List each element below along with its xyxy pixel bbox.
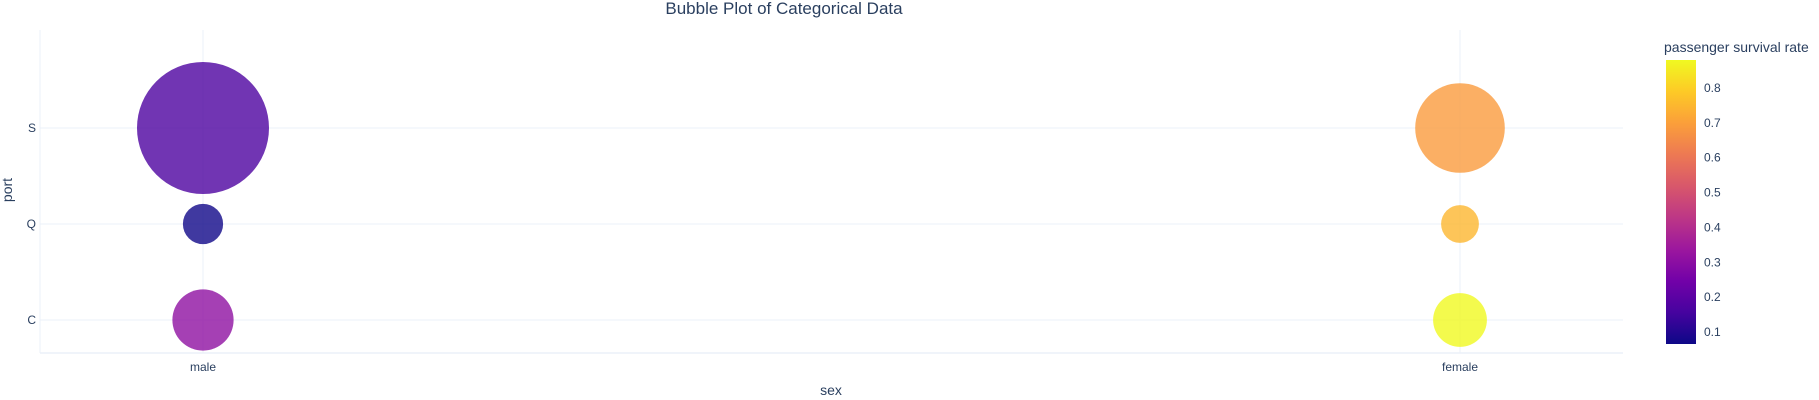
colorbar-tick-label: 0.4	[1704, 221, 1721, 235]
colorbar-tick-label: 0.2	[1704, 290, 1721, 304]
bubble-male-S	[137, 62, 269, 194]
y-tick-label: C	[27, 313, 36, 327]
colorbar-tick-label: 0.1	[1704, 325, 1721, 339]
colorbar-tick-label: 0.8	[1704, 81, 1721, 95]
colorbar-tick-label: 0.7	[1704, 116, 1721, 130]
bubble-chart: Bubble Plot of Categorical Data male fema…	[0, 0, 1809, 398]
bubble-male-C	[172, 289, 234, 351]
x-axis-label: sex	[820, 382, 842, 398]
y-tick-label: S	[28, 121, 36, 135]
colorbar-tick-label: 0.3	[1704, 255, 1721, 269]
bubble-female-C	[1433, 293, 1487, 347]
x-tick-label: male	[190, 360, 216, 374]
bubble-female-Q	[1441, 205, 1479, 243]
chart-title: Bubble Plot of Categorical Data	[665, 0, 903, 18]
x-tick-label: female	[1442, 360, 1478, 374]
y-axis-label: port	[0, 178, 15, 202]
colorbar-tick-label: 0.5	[1704, 186, 1721, 200]
gridlines	[39, 30, 1623, 353]
y-tick-label: Q	[27, 217, 36, 231]
bubbles	[137, 62, 1505, 351]
bubble-male-Q	[182, 203, 224, 245]
bubble-female-S	[1415, 83, 1505, 173]
colorbar-gradient	[1666, 60, 1696, 344]
colorbar: passenger survival rate 0.10.20.30.40.50…	[1664, 39, 1809, 344]
colorbar-ticks: 0.1 0.2 0.3 0.4 0.5 0.6 0.7 0.8	[1704, 81, 1721, 339]
colorbar-title: passenger survival rate	[1664, 39, 1809, 55]
colorbar-tick-label: 0.6	[1704, 151, 1721, 165]
